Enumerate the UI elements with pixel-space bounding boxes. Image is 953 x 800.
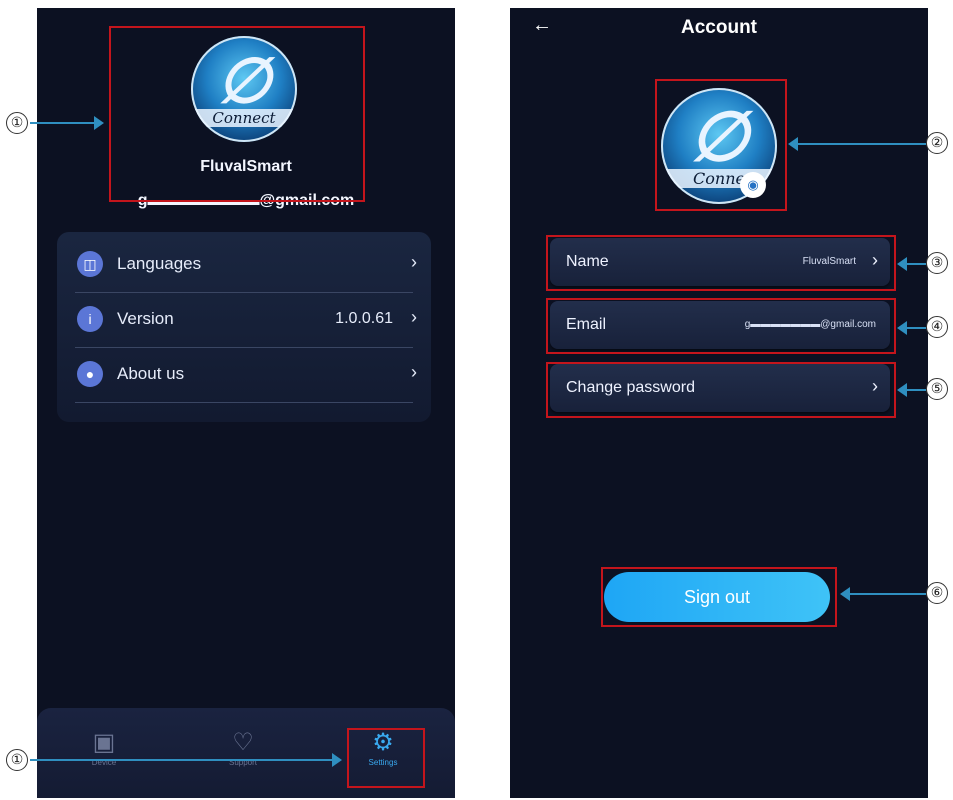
menu-item-label: About us: [117, 364, 185, 383]
heart-icon: ♡: [232, 729, 254, 756]
highlight-name-row: [546, 235, 896, 291]
tab-support[interactable]: ♡ Support: [203, 728, 283, 767]
arrow-head-icon: [897, 321, 907, 335]
callout-marker: ⑤: [926, 378, 948, 400]
settings-menu: ◫ Languages › i Version 1.0.0.61 › ● Abo…: [57, 232, 431, 422]
highlight-avatar: [655, 79, 787, 211]
page-title: Account: [681, 17, 757, 38]
device-icon: ▣: [92, 729, 116, 756]
highlight-profile: [109, 26, 365, 202]
annotation-arrow: [907, 263, 926, 265]
arrow-head-icon: [94, 116, 104, 130]
callout-marker: ③: [926, 252, 948, 274]
annotation-arrow: [798, 143, 926, 145]
chevron-right-icon: ›: [411, 252, 417, 272]
arrow-head-icon: [332, 753, 342, 767]
version-value: 1.0.0.61: [335, 310, 393, 327]
info-icon: i: [77, 306, 103, 332]
tab-device[interactable]: ▣ Device: [64, 728, 144, 767]
callout-marker: ①: [6, 112, 28, 134]
menu-item-version[interactable]: i Version 1.0.0.61 ›: [57, 293, 431, 348]
callout-marker: ⑥: [926, 582, 948, 604]
annotation-arrow: [30, 759, 332, 761]
highlight-settings-tab: [347, 728, 425, 788]
people-icon: ●: [77, 361, 103, 387]
chevron-right-icon: ›: [411, 362, 417, 382]
callout-marker: ①: [6, 749, 28, 771]
annotation-arrow: [850, 593, 926, 595]
chevron-right-icon: ›: [411, 307, 417, 327]
menu-item-label: Version: [117, 309, 174, 328]
callout-marker: ②: [926, 132, 948, 154]
annotation-arrow: [907, 389, 926, 391]
menu-item-about-us[interactable]: ● About us ›: [57, 348, 431, 403]
menu-item-label: Languages: [117, 254, 202, 273]
globe-icon: ◫: [77, 251, 103, 277]
highlight-change-password-row: [546, 362, 896, 418]
annotation-arrow: [907, 327, 926, 329]
menu-item-languages[interactable]: ◫ Languages ›: [57, 238, 431, 293]
callout-marker: ④: [926, 316, 948, 338]
arrow-head-icon: [840, 587, 850, 601]
annotation-arrow: [30, 122, 94, 124]
highlight-sign-out: [601, 567, 837, 627]
arrow-head-icon: [788, 137, 798, 151]
divider: [75, 402, 413, 403]
arrow-head-icon: [897, 383, 907, 397]
arrow-head-icon: [897, 257, 907, 271]
highlight-email-row: [546, 298, 896, 354]
